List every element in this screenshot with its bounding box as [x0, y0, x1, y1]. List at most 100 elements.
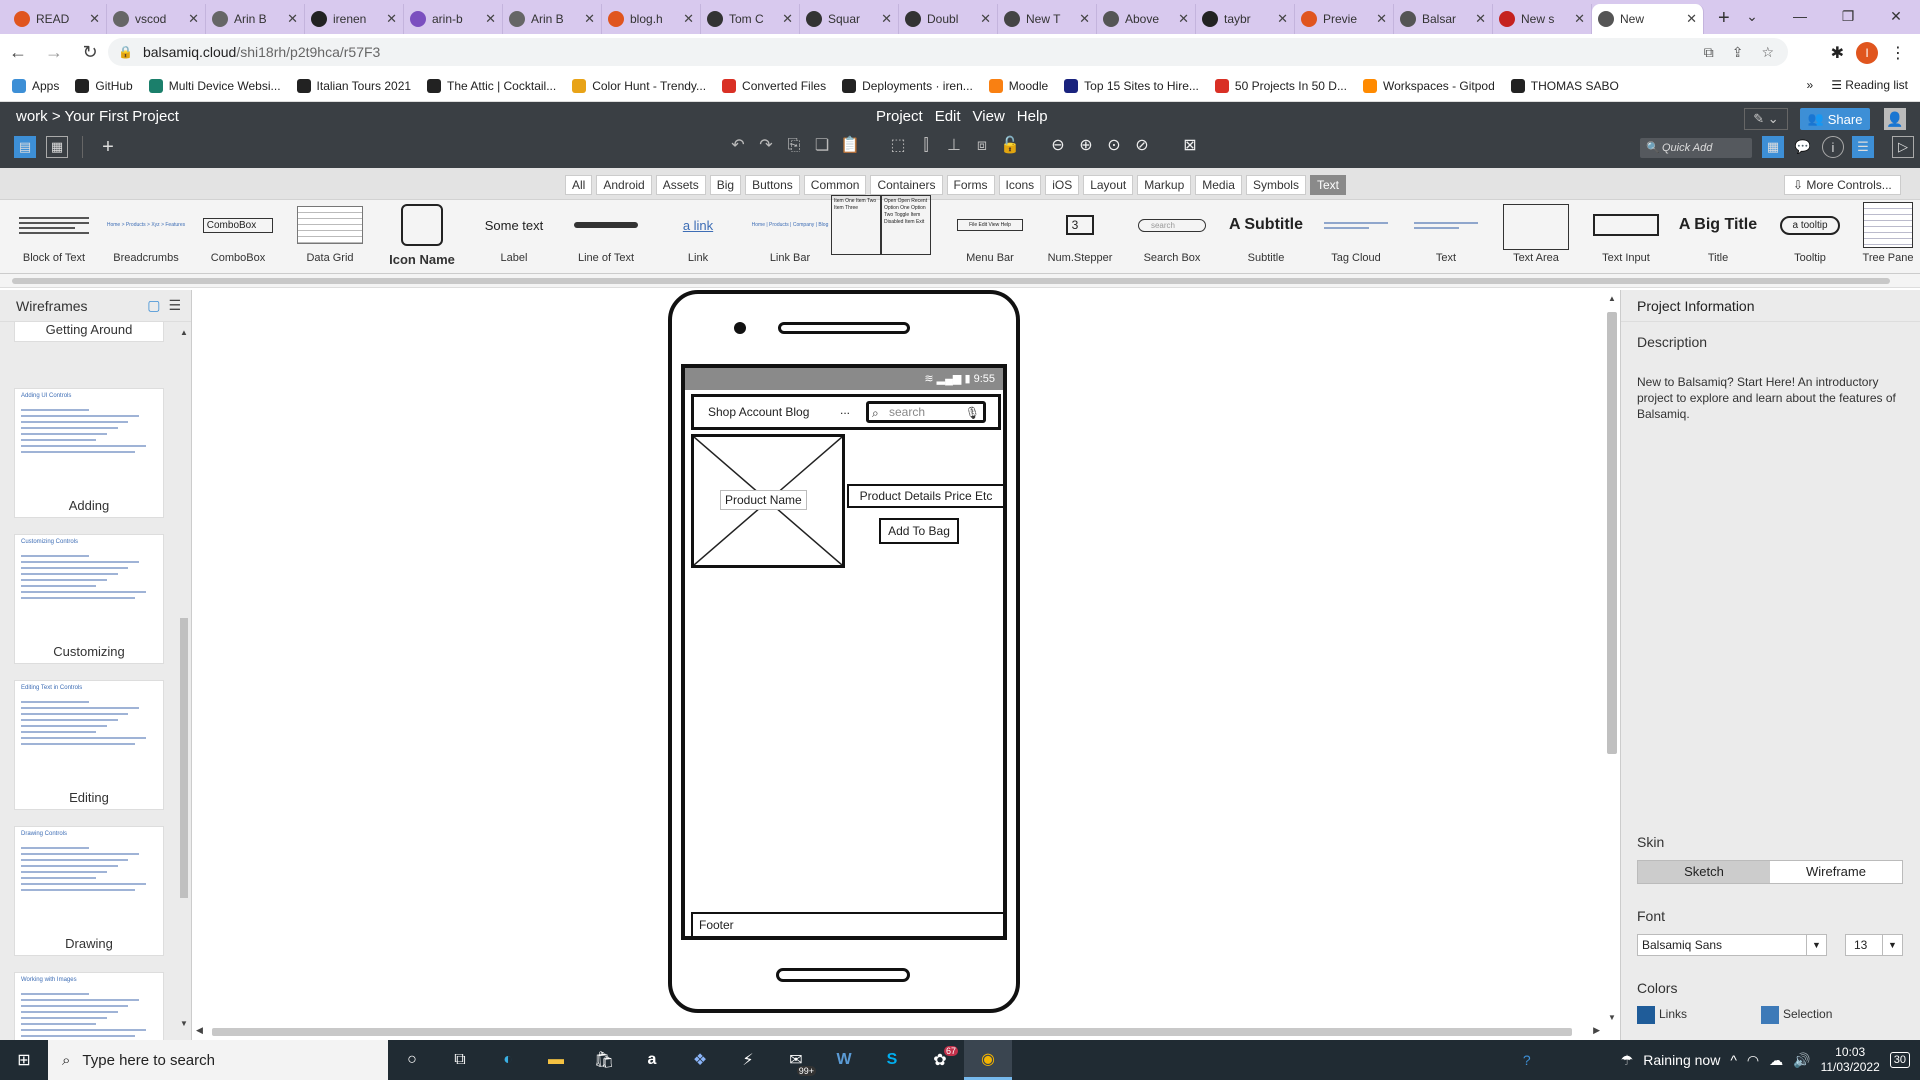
bookmark-item[interactable]: Deployments · iren... — [842, 78, 973, 93]
menu-view[interactable]: View — [973, 108, 1005, 125]
library-control[interactable]: A Big Title Title — [1672, 200, 1764, 274]
menu-project[interactable]: Project — [876, 108, 923, 125]
tab-close-icon[interactable]: ✕ — [782, 11, 793, 27]
tab-close-icon[interactable]: ✕ — [188, 11, 199, 27]
list-view-icon[interactable]: ☰ — [168, 297, 181, 314]
wireframe-thumbnail[interactable]: Getting Around — [14, 322, 164, 342]
category-big[interactable]: Big — [709, 175, 742, 195]
library-control[interactable]: search Search Box — [1126, 200, 1218, 274]
tab-close-icon[interactable]: ✕ — [881, 11, 892, 27]
browser-tab[interactable]: Previe ✕ — [1295, 4, 1394, 34]
extensions-puzzle-icon[interactable]: ✱ — [1831, 43, 1844, 63]
bookmark-item[interactable]: Apps — [12, 78, 59, 93]
chrome-menu-icon[interactable]: ⋮ — [1890, 43, 1906, 63]
category-assets[interactable]: Assets — [655, 175, 706, 195]
phone-screen[interactable]: ≋ ▂▄▆ ▮ 9:55 Shop Account Blog ... ⌕ sea… — [681, 364, 1007, 940]
browser-tab[interactable]: Balsar ✕ — [1394, 4, 1493, 34]
task-view-icon[interactable]: ⧉ — [436, 1040, 484, 1080]
store-icon[interactable]: 🛍 — [580, 1040, 628, 1080]
weather-text[interactable]: Raining now — [1643, 1052, 1720, 1068]
forward-icon[interactable]: → — [36, 42, 72, 63]
chrome-icon[interactable]: ◉ — [964, 1040, 1012, 1080]
bookmark-item[interactable]: The Attic | Cocktail... — [427, 78, 556, 93]
links-color-picker[interactable]: Links — [1637, 1006, 1687, 1024]
category-icons[interactable]: Icons — [998, 175, 1042, 195]
library-control[interactable]: Data Grid — [284, 200, 376, 274]
close-window-button[interactable]: ✕ — [1872, 0, 1920, 34]
bookmarks-more-button[interactable]: » — [1807, 78, 1814, 92]
category-android[interactable]: Android — [596, 175, 652, 195]
bookmark-item[interactable]: THOMAS SABO — [1510, 78, 1619, 93]
wireframe-thumbnail[interactable]: Customizing Controls Customizing — [14, 534, 164, 664]
dropbox-icon[interactable]: ❖ — [676, 1040, 724, 1080]
tab-close-icon[interactable]: ✕ — [584, 11, 595, 27]
library-control[interactable]: Text Input — [1580, 200, 1672, 274]
browser-tab[interactable]: New T ✕ — [998, 4, 1097, 34]
library-control[interactable]: Some text Label — [468, 200, 560, 274]
font-size-select[interactable]: 13 ▼ — [1845, 934, 1903, 956]
browser-tab[interactable]: Doubl ✕ — [899, 4, 998, 34]
lock-icon[interactable]: 🔒 — [118, 45, 133, 59]
skin-wireframe[interactable]: Wireframe — [1770, 861, 1902, 883]
present-icon[interactable]: ▷ — [1892, 136, 1914, 158]
category-ios[interactable]: iOS — [1045, 175, 1080, 195]
category-symbols[interactable]: Symbols — [1245, 175, 1306, 195]
menu-help[interactable]: Help — [1017, 108, 1048, 125]
wireframe-thumbnail[interactable]: Editing Text in Controls Editing — [14, 680, 164, 810]
wireframe-thumbnail[interactable]: Adding UI Controls Adding — [14, 388, 164, 518]
mockup-nav-bar[interactable]: Shop Account Blog ... ⌕ search 🎙 — [691, 394, 1001, 430]
category-containers[interactable]: Containers — [870, 175, 943, 195]
browser-tab[interactable]: Squar ✕ — [800, 4, 899, 34]
windows-start-icon[interactable]: ⊞ — [0, 1050, 48, 1070]
tab-close-icon[interactable]: ✕ — [1475, 11, 1486, 27]
bookmark-item[interactable]: Moodle — [988, 78, 1048, 93]
bookmark-item[interactable]: Converted Files — [722, 78, 826, 93]
add-wireframe-icon[interactable]: + — [97, 136, 119, 158]
bookmark-item[interactable]: Multi Device Websi... — [148, 78, 281, 93]
tab-close-icon[interactable]: ✕ — [287, 11, 298, 27]
zoom-actual-icon[interactable]: ⊙ — [1104, 136, 1124, 156]
reading-list-button[interactable]: ☰ Reading list — [1831, 78, 1908, 92]
bookmark-item[interactable]: GitHub — [75, 78, 133, 93]
tab-close-icon[interactable]: ✕ — [386, 11, 397, 27]
tab-close-icon[interactable]: ✕ — [1079, 11, 1090, 27]
library-control[interactable]: Home | Products | Company | Blog Link Bar — [744, 200, 836, 274]
selection-color-swatch[interactable] — [1761, 1006, 1779, 1024]
grid-view-icon[interactable]: ▦ — [46, 136, 68, 158]
project-breadcrumb[interactable]: work > Your First Project — [16, 108, 179, 125]
mail-icon[interactable]: ✉ 99+ — [772, 1040, 820, 1080]
category-buttons[interactable]: Buttons — [745, 175, 800, 195]
undo-icon[interactable]: ↶ — [728, 136, 748, 156]
user-icon[interactable]: 👤 — [1884, 108, 1906, 130]
mockup-footer[interactable]: Footer — [691, 912, 1005, 938]
reload-icon[interactable]: ↻ — [72, 42, 108, 63]
redo-icon[interactable]: ↷ — [756, 136, 776, 156]
maximize-button[interactable]: ❐ — [1824, 0, 1872, 34]
canvas-horizontal-scrollbar[interactable]: ◀ ▶ — [192, 1024, 1604, 1040]
library-control[interactable]: A Subtitle Subtitle — [1220, 200, 1312, 274]
browser-tab[interactable]: irenen ✕ — [305, 4, 404, 34]
edge-icon[interactable]: ◐ — [484, 1040, 532, 1080]
bookmark-item[interactable]: Workspaces - Gitpod — [1362, 78, 1495, 93]
tab-close-icon[interactable]: ✕ — [980, 11, 991, 27]
align-icon[interactable]: ⫿ — [916, 136, 936, 156]
help-icon[interactable]: ? — [1523, 1052, 1531, 1068]
project-description[interactable]: New to Balsamiq? Start Here! An introduc… — [1637, 374, 1907, 422]
library-control[interactable]: File Edit View Help Menu Bar — [944, 200, 1036, 274]
library-control[interactable]: Icon Name — [376, 200, 468, 274]
zoom-out-icon[interactable]: ⊖ — [1048, 136, 1068, 156]
align-bottom-icon[interactable]: ⊥ — [944, 136, 964, 156]
browser-tab[interactable]: arin-b ✕ — [404, 4, 503, 34]
category-media[interactable]: Media — [1195, 175, 1242, 195]
browser-tab[interactable]: vscod ✕ — [107, 4, 206, 34]
bookmark-item[interactable]: Italian Tours 2021 — [296, 78, 411, 93]
product-name-label[interactable]: Product Name — [720, 490, 807, 510]
bookmark-item[interactable]: Top 15 Sites to Hire... — [1064, 78, 1199, 93]
ui-library-icon[interactable]: ▦ — [1762, 136, 1784, 158]
bookmark-item[interactable]: 50 Projects In 50 D... — [1214, 78, 1347, 93]
address-bar[interactable]: 🔒 balsamiq.cloud/shi18rh/p2t9hca/r57F3 ⧉… — [108, 38, 1788, 66]
more-controls-button[interactable]: ⇩ More Controls... — [1784, 175, 1901, 195]
mockup-nav-more[interactable]: ... — [840, 403, 850, 417]
product-image-placeholder[interactable]: Product Name — [691, 434, 845, 568]
share-button[interactable]: 👥 Share — [1800, 108, 1870, 130]
